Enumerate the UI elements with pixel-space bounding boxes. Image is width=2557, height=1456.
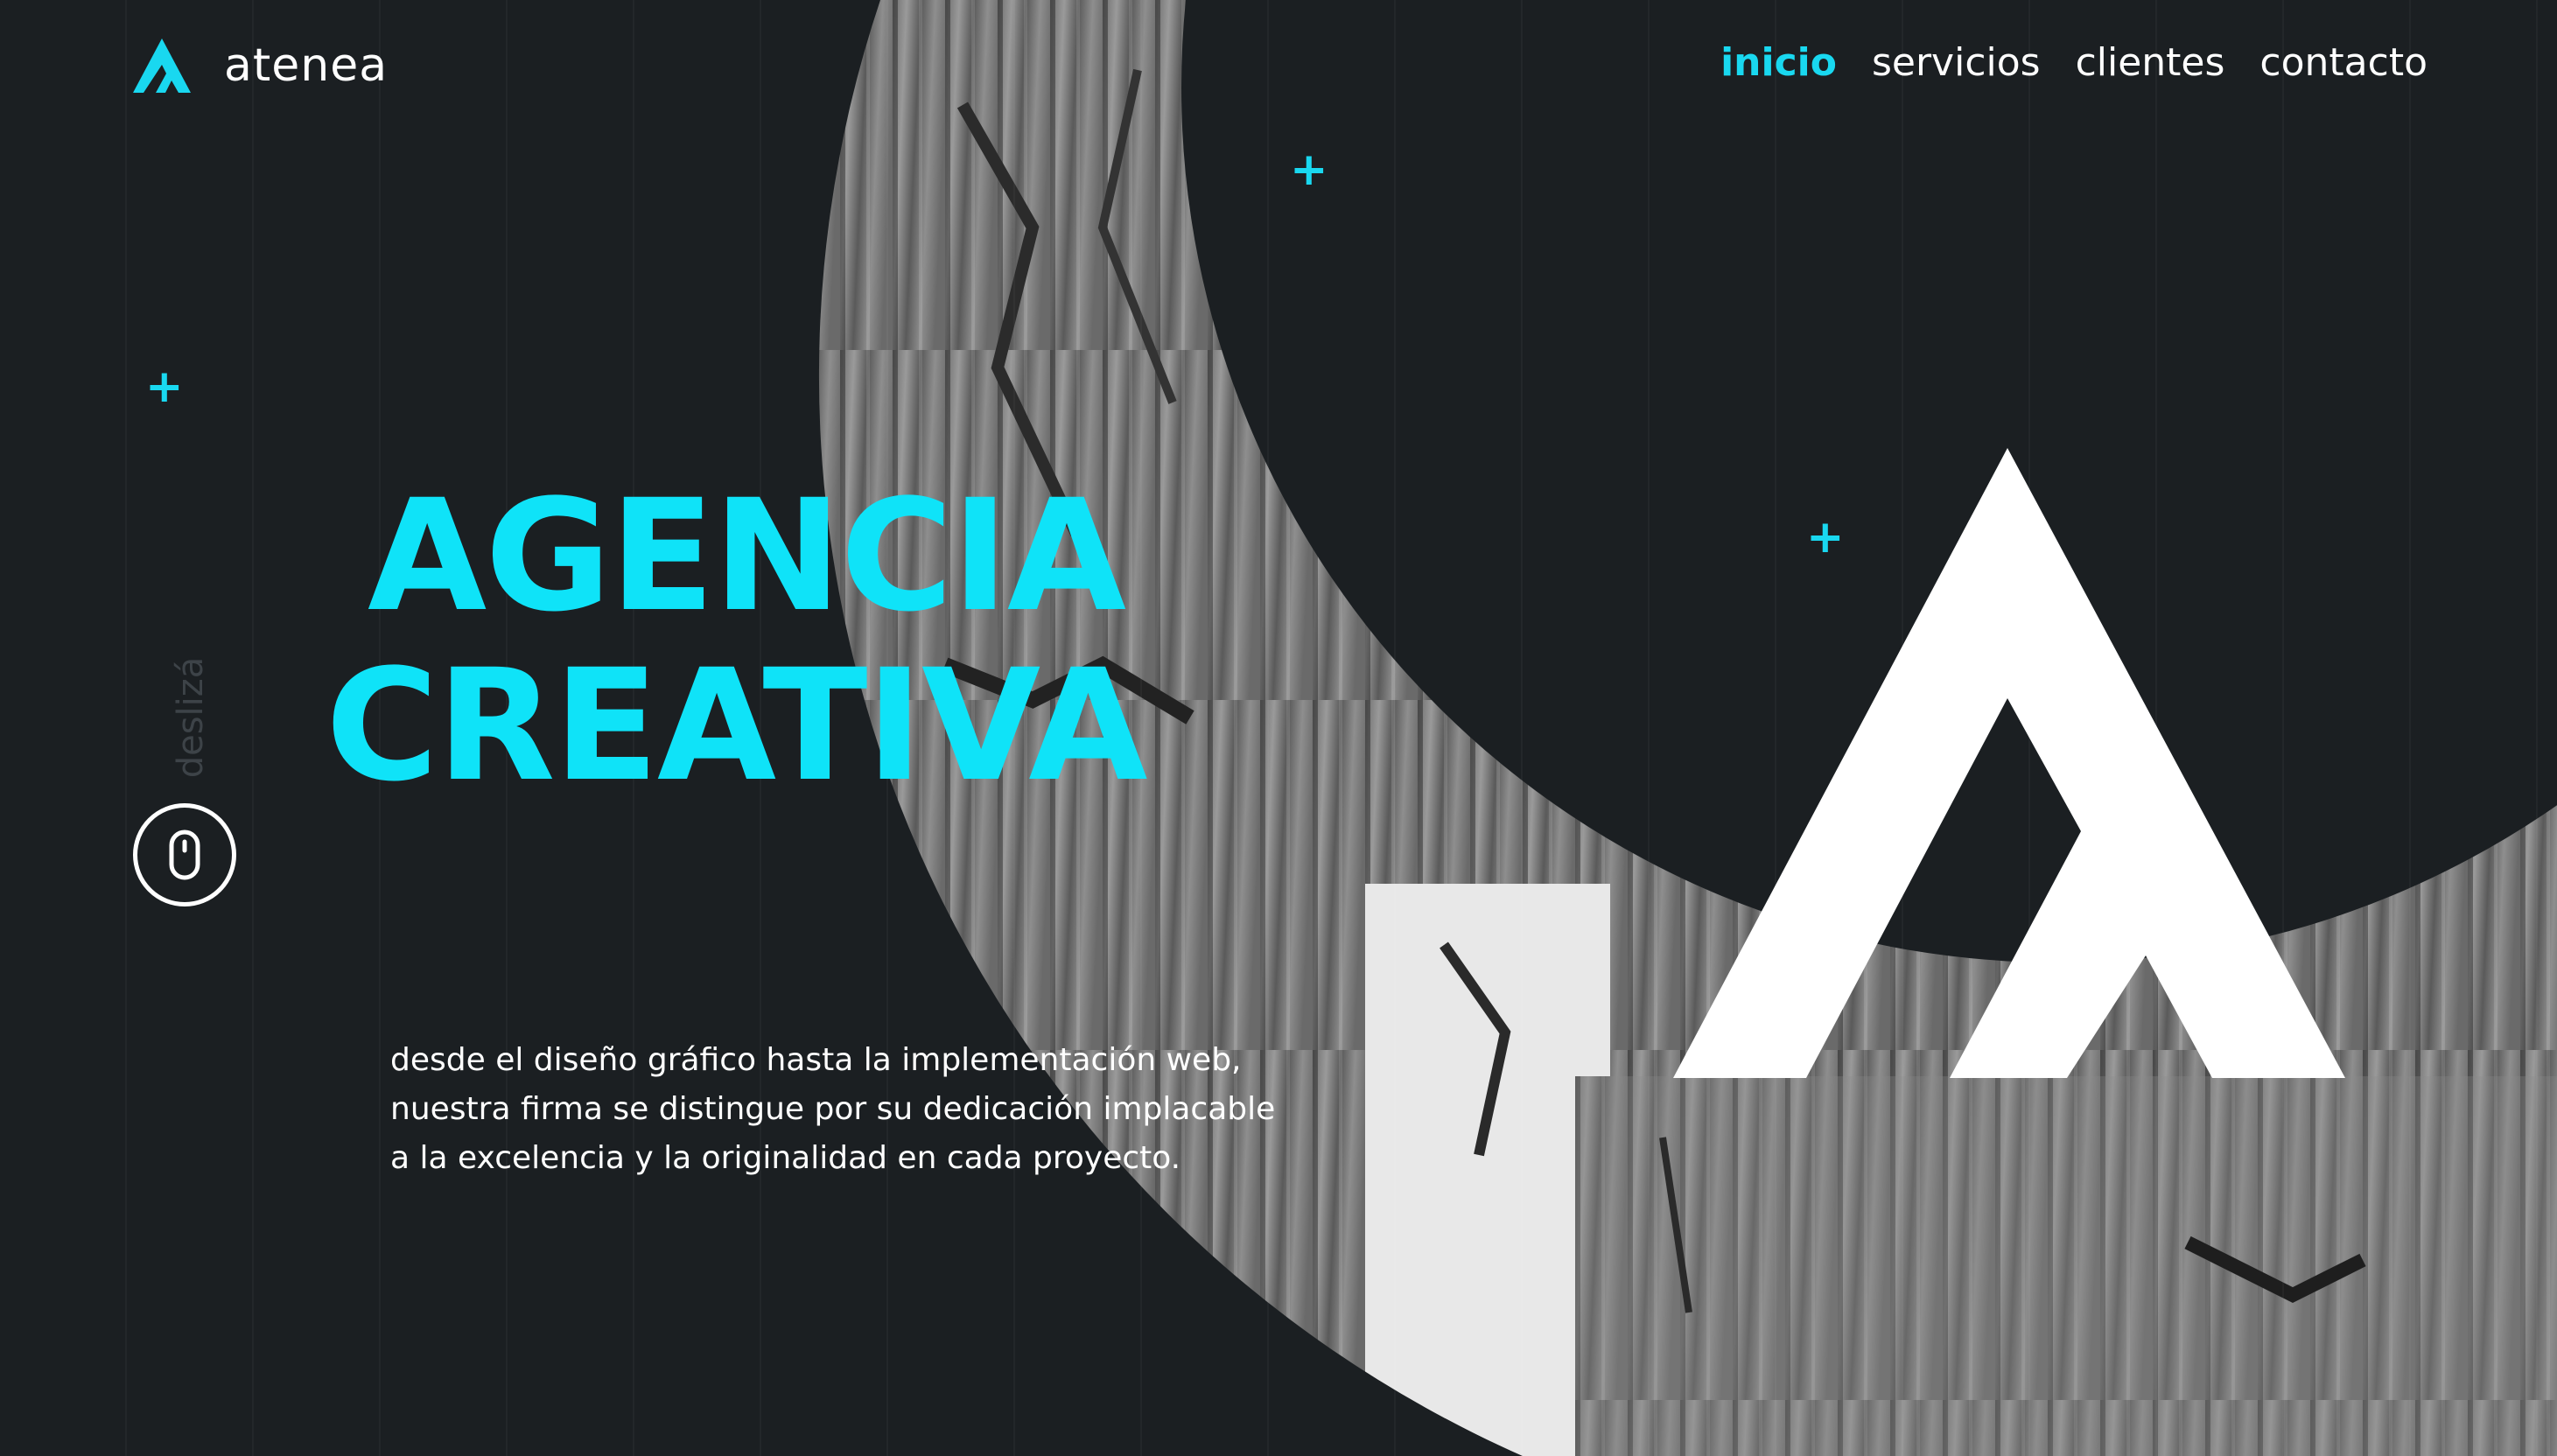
- main-nav: inicio servicios clientes contacto: [1720, 41, 2427, 84]
- mouse-scroll-icon: [169, 830, 200, 880]
- nav-item-inicio[interactable]: inicio: [1720, 41, 1837, 84]
- hero-description-line: nuestra firma se distingue por su dedica…: [390, 1091, 1276, 1127]
- brand-name: atenea: [224, 39, 389, 92]
- hero-title-line1: AGENCIA: [368, 466, 1126, 646]
- plus-icon: +: [1290, 144, 1328, 196]
- brand-logo[interactable]: atenea: [133, 38, 388, 93]
- hero-description-line: desde el diseño gráfico hasta la impleme…: [390, 1042, 1242, 1078]
- hero-description-line: a la excelencia y la originalidad en cad…: [390, 1140, 1181, 1176]
- page: atenea inicio servicios clientes contact…: [0, 0, 2557, 1456]
- plus-icon: +: [1806, 511, 1845, 564]
- scroll-down-button[interactable]: [133, 803, 236, 906]
- plus-icon: +: [145, 360, 184, 413]
- scroll-label: deslizá: [171, 656, 211, 779]
- hero-description: desde el diseño gráfico hasta la impleme…: [390, 1036, 1353, 1183]
- nav-item-clientes[interactable]: clientes: [2076, 41, 2225, 84]
- nav-item-servicios[interactable]: servicios: [1872, 41, 2041, 84]
- hero-title-line2: CREATIVA: [326, 636, 1147, 816]
- nav-item-contacto[interactable]: contacto: [2259, 41, 2427, 84]
- atenea-logo-icon: [133, 38, 191, 93]
